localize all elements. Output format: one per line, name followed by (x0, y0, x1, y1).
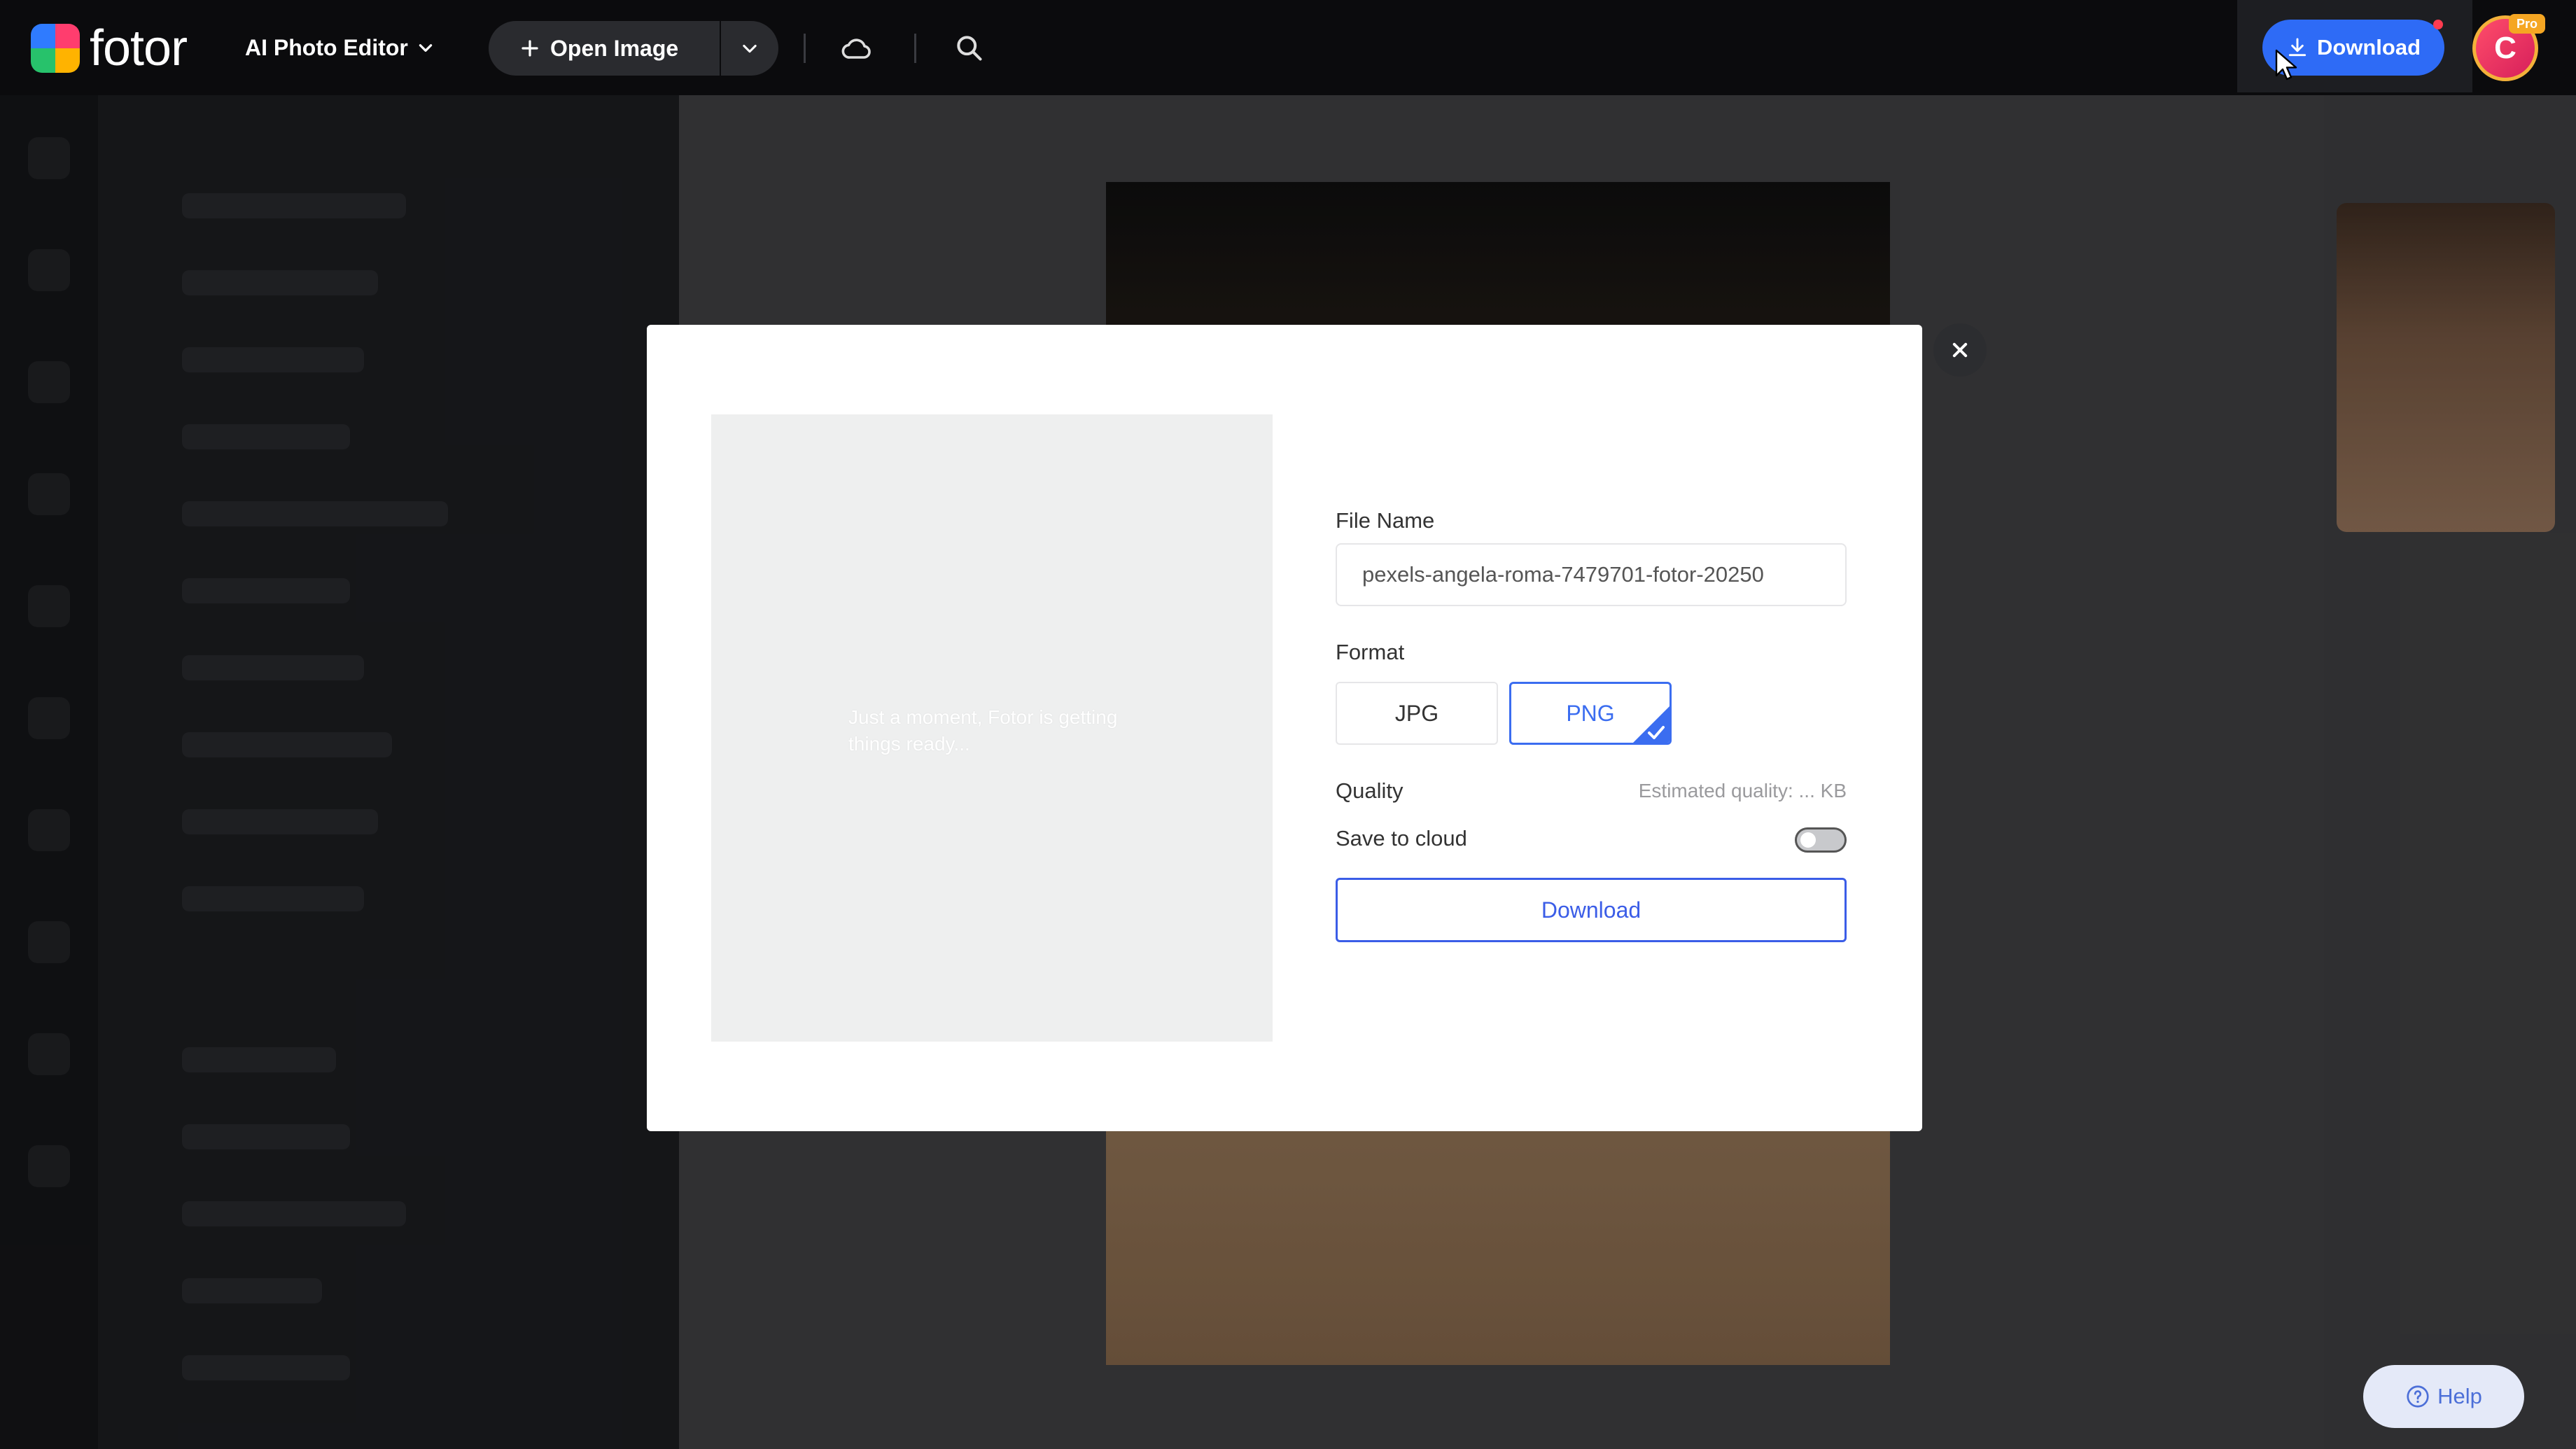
format-png-option[interactable]: PNG (1509, 682, 1672, 745)
dialog-download-label: Download (1541, 897, 1642, 923)
chevron-down-icon (419, 44, 433, 52)
checkmark-icon (1648, 726, 1665, 739)
image-preview: Just a moment, Fotor is getting things r… (711, 414, 1273, 1042)
ai-photo-editor-label: AI Photo Editor (245, 35, 408, 60)
save-to-cloud-toggle[interactable] (1795, 827, 1847, 853)
search-icon[interactable] (953, 32, 984, 66)
format-jpg-option[interactable]: JPG (1336, 682, 1498, 745)
download-dialog: Just a moment, Fotor is getting things r… (647, 325, 1922, 1131)
save-to-cloud-label: Save to cloud (1336, 826, 1467, 850)
fotor-logo-mark (31, 24, 80, 73)
chevron-down-icon (743, 44, 757, 53)
top-download-label: Download (2316, 35, 2421, 59)
format-jpg-label: JPG (1394, 700, 1439, 726)
estimated-quality: Estimated quality: ... KB (1638, 780, 1847, 802)
format-label: Format (1336, 640, 1405, 664)
format-png-label: PNG (1566, 700, 1615, 726)
notification-dot (2433, 20, 2443, 29)
toggle-knob (1800, 832, 1816, 848)
top-bar: fotor AI Photo Editor Open Image Downloa… (0, 0, 2576, 95)
loading-message: Just a moment, Fotor is getting things r… (848, 706, 1118, 755)
open-image-button[interactable]: Open Image (489, 36, 720, 62)
file-name-input[interactable] (1336, 543, 1847, 606)
close-dialog-button[interactable] (1933, 323, 1987, 377)
quality-label: Quality (1336, 778, 1404, 803)
open-image-dropdown[interactable] (721, 38, 778, 58)
download-button-area: Download (2237, 0, 2472, 92)
mouse-cursor-icon (2275, 49, 2297, 80)
divider (804, 34, 806, 63)
close-icon (1952, 342, 1968, 358)
plus-icon (522, 40, 538, 57)
dialog-download-button[interactable]: Download (1336, 878, 1847, 942)
divider (914, 34, 916, 63)
pro-badge: Pro (2509, 14, 2545, 34)
open-image-label: Open Image (550, 35, 679, 61)
question-circle-icon (2407, 1385, 2429, 1408)
open-image-group: Open Image (489, 21, 778, 76)
cloud-icon[interactable] (840, 32, 874, 66)
help-button[interactable]: Help (2363, 1365, 2524, 1428)
fotor-logo[interactable]: fotor (31, 20, 188, 76)
ai-photo-editor-menu[interactable]: AI Photo Editor (245, 31, 435, 64)
help-label: Help (2437, 1384, 2482, 1408)
logo-text: fotor (90, 20, 188, 76)
avatar-initial: C (2494, 31, 2516, 65)
file-name-label: File Name (1336, 508, 1435, 533)
